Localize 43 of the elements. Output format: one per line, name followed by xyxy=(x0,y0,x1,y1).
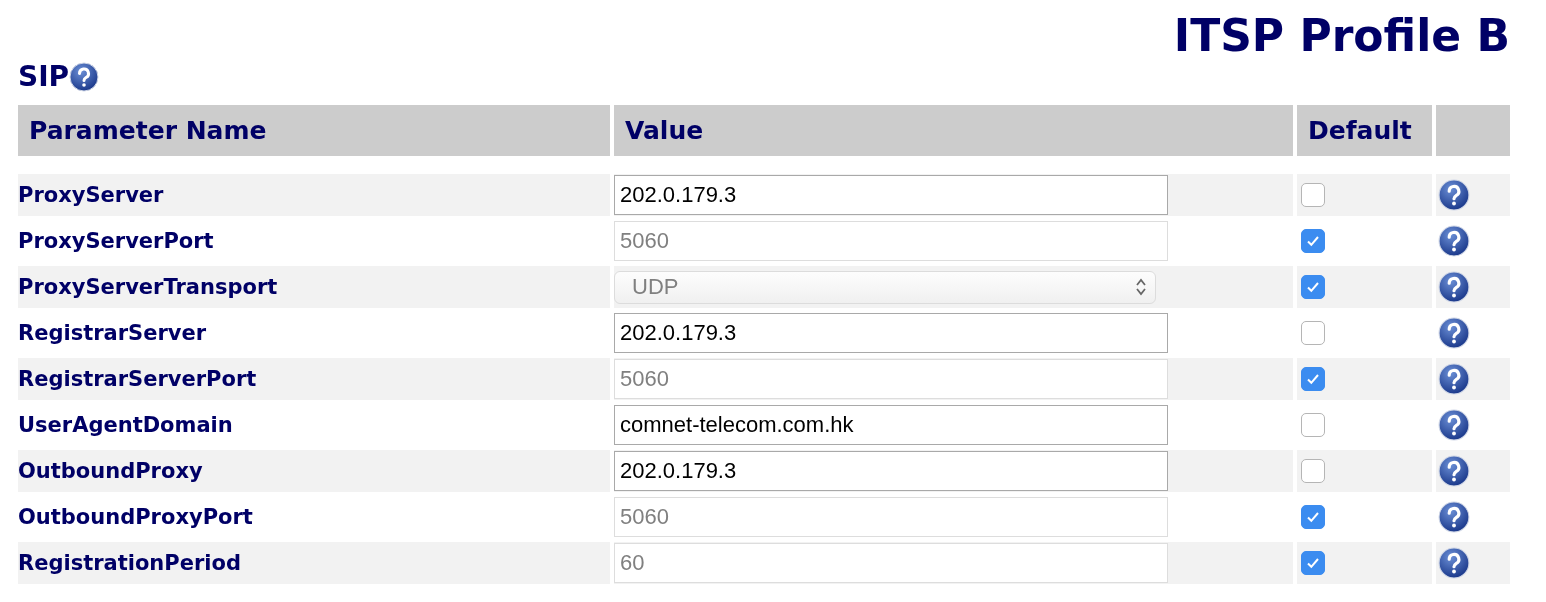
parameter-name: ProxyServerTransport xyxy=(18,275,278,299)
value-field[interactable]: 202.0.179.3 xyxy=(614,451,1168,491)
help-icon[interactable] xyxy=(1438,179,1470,211)
default-checkbox[interactable] xyxy=(1301,551,1325,575)
value-field[interactable]: 202.0.179.3 xyxy=(614,175,1168,215)
chevron-icon xyxy=(1135,277,1147,297)
column-header: Default xyxy=(1297,105,1432,156)
default-checkbox[interactable] xyxy=(1301,459,1325,483)
parameter-name: ProxyServer xyxy=(18,183,164,207)
default-checkbox[interactable] xyxy=(1301,321,1325,345)
help-icon[interactable] xyxy=(1438,363,1470,395)
help-icon[interactable] xyxy=(1438,501,1470,533)
help-icon[interactable] xyxy=(1438,409,1470,441)
help-icon[interactable] xyxy=(1438,225,1470,257)
parameter-name: OutboundProxy xyxy=(18,459,203,483)
help-icon[interactable] xyxy=(1438,271,1470,303)
default-checkbox[interactable] xyxy=(1301,413,1325,437)
parameter-name: RegistrationPeriod xyxy=(18,551,241,575)
value-field[interactable]: 5060 xyxy=(614,497,1168,537)
parameter-name: RegistrarServerPort xyxy=(18,367,257,391)
value-dropdown[interactable]: UDP xyxy=(614,270,1156,304)
default-checkbox[interactable] xyxy=(1301,229,1325,253)
help-icon[interactable] xyxy=(1438,547,1470,579)
column-header: Value xyxy=(614,105,1293,156)
parameter-name: OutboundProxyPort xyxy=(18,505,253,529)
default-checkbox[interactable] xyxy=(1301,183,1325,207)
value-field[interactable]: 60 xyxy=(614,543,1168,583)
value-field[interactable]: comnet-telecom.com.hk xyxy=(614,405,1168,445)
parameter-name: RegistrarServer xyxy=(18,321,207,345)
default-checkbox[interactable] xyxy=(1301,367,1325,391)
parameter-name: UserAgentDomain xyxy=(18,413,233,437)
parameter-name: ProxyServerPort xyxy=(18,229,214,253)
column-header: Parameter Name xyxy=(18,105,610,156)
help-icon[interactable] xyxy=(1438,317,1470,349)
value-field[interactable]: 202.0.179.3 xyxy=(614,313,1168,353)
value-field[interactable]: 5060 xyxy=(614,359,1168,399)
help-icon[interactable] xyxy=(69,62,100,92)
section-title: SIP xyxy=(18,61,70,93)
default-checkbox[interactable] xyxy=(1301,505,1325,529)
help-icon[interactable] xyxy=(1438,455,1470,487)
default-checkbox[interactable] xyxy=(1301,275,1325,299)
value-field[interactable]: 5060 xyxy=(614,221,1168,261)
page-title: ITSP Profile B xyxy=(1172,9,1510,62)
